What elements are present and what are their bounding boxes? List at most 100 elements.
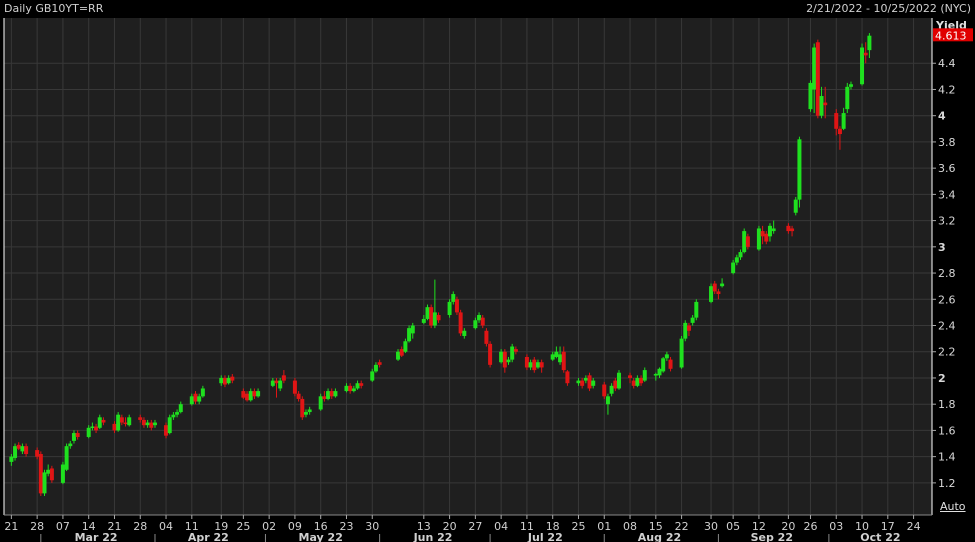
x-tick-label: 01: [597, 520, 611, 533]
y-tick-label: 3.4: [938, 188, 956, 201]
candle-body: [690, 317, 695, 323]
candle-down: [454, 296, 459, 316]
candle-body: [462, 330, 467, 337]
candle-body: [20, 446, 25, 452]
candle-body: [410, 325, 415, 334]
candle-body: [550, 354, 555, 360]
candle-down: [429, 304, 434, 329]
x-tick-label: 03: [829, 520, 843, 533]
candle-body: [797, 139, 802, 200]
candle-body: [602, 384, 607, 397]
candle-body: [664, 354, 669, 359]
candle-body: [64, 446, 69, 470]
candle-body: [628, 375, 633, 378]
candle-up: [742, 228, 747, 254]
y-tick-label: 1.8: [938, 398, 956, 411]
candle-body: [245, 393, 250, 401]
candle-body: [499, 351, 504, 363]
x-tick-label: 21: [4, 520, 18, 533]
candle-up: [683, 320, 688, 342]
candle-body: [94, 426, 99, 431]
y-tick-label: 1.2: [938, 477, 956, 490]
candle-body: [653, 374, 658, 376]
x-tick-label: 05: [726, 520, 740, 533]
candle-body: [49, 468, 54, 481]
candle-body: [642, 370, 647, 381]
candle-body: [834, 113, 839, 129]
month-label: Mar 22: [75, 531, 118, 542]
candle-body: [480, 317, 485, 326]
candle-body: [329, 391, 334, 397]
candle-up: [616, 370, 621, 390]
candle-body: [848, 84, 853, 87]
candle-body: [292, 380, 297, 394]
candle-body: [101, 419, 106, 423]
y-tick-label: 2.4: [938, 320, 956, 333]
y-axis: 1.2 1.4 1.6 1.8 2 2.2 2.4 2.6 2.8 3 3.2 3.4 3.6 3.8 4 4…: [932, 57, 956, 490]
candle-body: [399, 349, 404, 356]
candle-down: [300, 396, 305, 420]
candle-body: [248, 391, 253, 401]
candle-body: [734, 257, 739, 263]
candle-body: [278, 380, 283, 389]
y-tick-label: 1.6: [938, 424, 956, 437]
candle-up: [797, 136, 802, 208]
candle-body: [171, 414, 176, 418]
candle-body: [241, 391, 246, 398]
x-tick-label: 07: [56, 520, 70, 533]
candle-body: [38, 454, 43, 494]
plot-area: [4, 18, 932, 515]
candle-up: [116, 412, 121, 432]
candle-body: [116, 414, 121, 431]
y-tick-label: 1.4: [938, 451, 956, 464]
auto-scale-button[interactable]: Auto: [940, 500, 966, 513]
x-tick-label: 25: [571, 520, 585, 533]
candle-up: [510, 343, 515, 363]
candle-body: [35, 450, 40, 457]
y-tick-label: 4.2: [938, 83, 956, 96]
candle-body: [605, 396, 610, 405]
x-tick-label: 26: [803, 520, 817, 533]
x-tick-label: 28: [133, 520, 147, 533]
candle-body: [767, 225, 772, 237]
candle-body: [230, 376, 235, 381]
x-tick-label: 30: [365, 520, 379, 533]
candle-body: [429, 307, 434, 326]
candle-down: [488, 341, 493, 368]
candle-body: [815, 42, 820, 116]
candle-body: [554, 351, 559, 357]
x-tick-label: 04: [159, 520, 173, 533]
candle-body: [686, 325, 691, 331]
candle-body: [42, 472, 47, 494]
candle-body: [296, 393, 301, 399]
candle-body: [760, 231, 765, 237]
candle-body: [219, 377, 224, 384]
candle-up: [860, 43, 865, 86]
candle-body: [742, 231, 747, 253]
candle-body: [819, 96, 824, 116]
candle-body: [149, 422, 154, 428]
candle-up: [447, 299, 452, 318]
candle-body: [524, 356, 529, 368]
candle-body: [75, 433, 80, 437]
candle-down: [292, 377, 297, 397]
candle-body: [583, 377, 588, 381]
candle-body: [60, 464, 65, 483]
candle-down: [484, 328, 489, 347]
candle-body: [178, 404, 183, 413]
candle-body: [613, 380, 618, 389]
candle-body: [837, 128, 842, 135]
candle-body: [344, 385, 349, 392]
candle-body: [812, 47, 817, 90]
candle-body: [764, 233, 769, 242]
candle-up: [167, 414, 172, 435]
candle-body: [222, 377, 227, 385]
y-tick-label: 3.8: [938, 136, 956, 149]
candle-body: [756, 228, 761, 250]
candle-body: [790, 228, 795, 232]
candle-body: [119, 417, 124, 423]
candle-body: [668, 359, 673, 369]
candle-body: [639, 377, 644, 384]
candle-body: [683, 322, 688, 339]
x-tick-label: 27: [468, 520, 482, 533]
